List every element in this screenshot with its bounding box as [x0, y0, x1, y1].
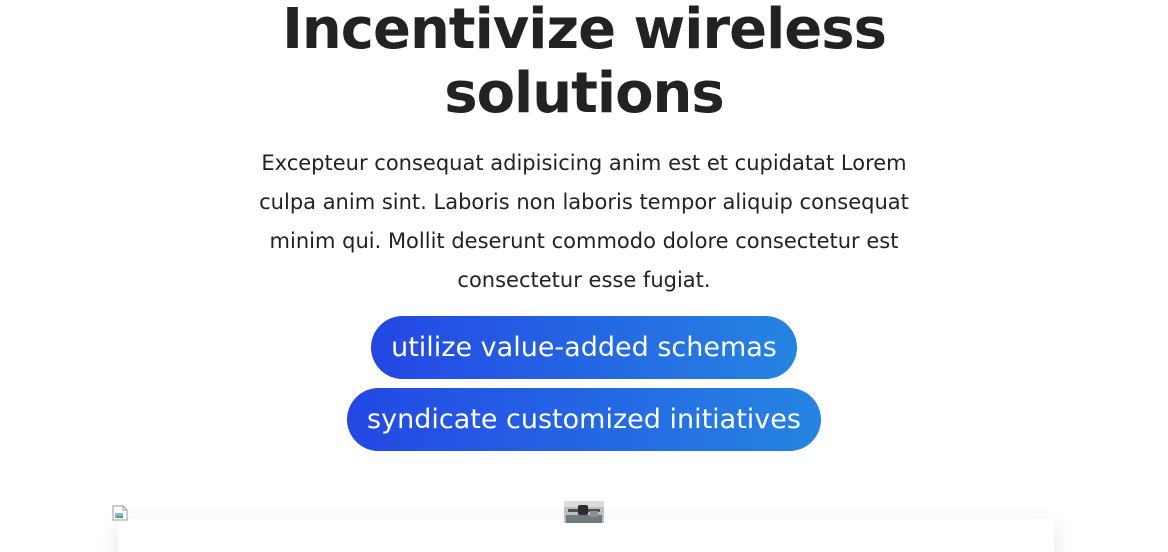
syndicate-initiatives-button[interactable]: syndicate customized initiatives	[347, 388, 821, 451]
broken-image-icon	[112, 505, 128, 521]
hero-title-line-1: Incentivize wireless	[282, 0, 887, 62]
thumbnail-image	[564, 501, 604, 523]
hero-description: Excepteur consequat adipisicing anim est…	[259, 151, 909, 292]
hero-title-line-2: solutions	[444, 61, 725, 126]
media-card	[118, 519, 1054, 552]
utilize-schemas-button[interactable]: utilize value-added schemas	[371, 316, 797, 379]
landing-page: Incentivize wireless solutions Excepteur…	[0, 0, 1168, 552]
hero-title: Incentivize wireless solutions	[234, 0, 934, 126]
